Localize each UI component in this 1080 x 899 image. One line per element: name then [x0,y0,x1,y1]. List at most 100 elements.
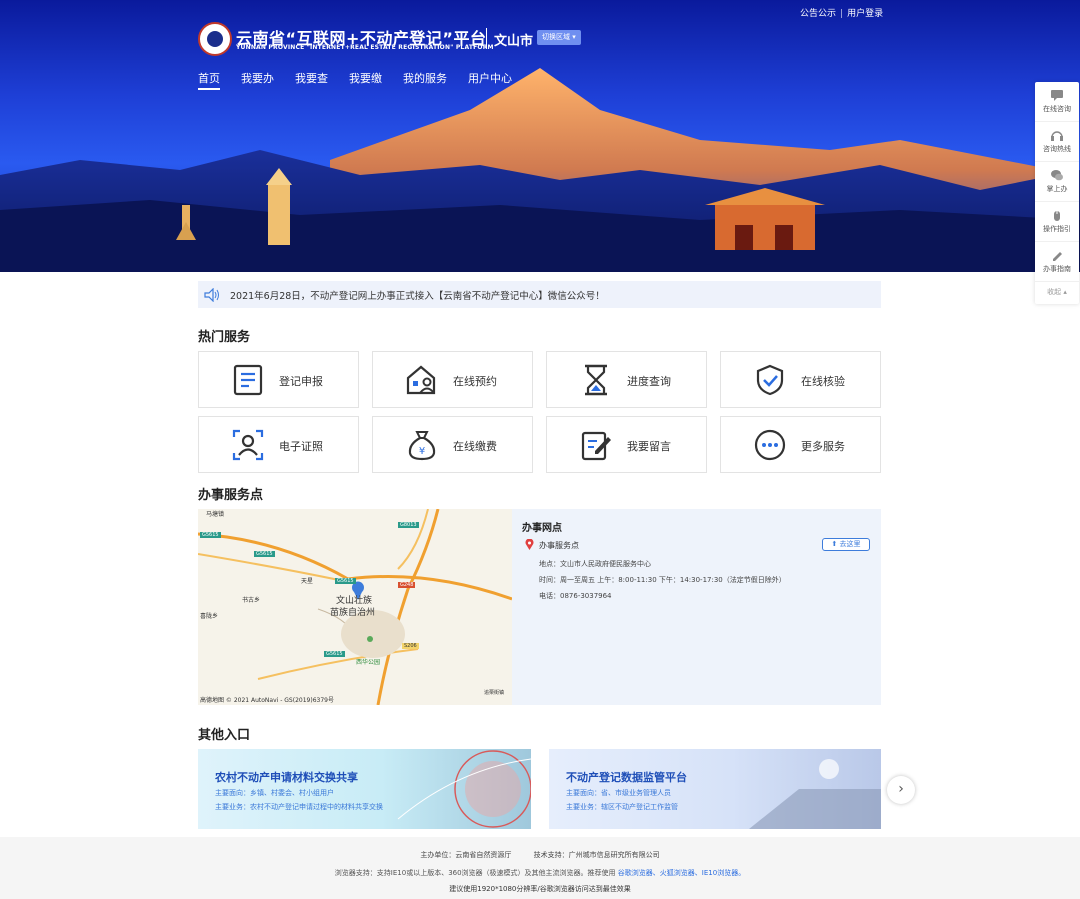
service-label: 在线缴费 [453,440,497,453]
notice-bar[interactable]: 2021年6月28日，不动产登记网上办事正式接入【云南省不动产登记中心】微信公众… [198,281,881,308]
entry-title: 农村不动产申请材料交换共享 [215,771,358,784]
next-entry-button[interactable]: › [887,776,915,804]
map-label: G5615 [335,578,356,584]
title-divider [486,28,487,48]
sidebar-label: 在线咨询 [1043,104,1071,113]
service-card-register[interactable]: 登记申报 [198,351,359,408]
map-label: G8013 [398,522,419,528]
footer-resolution: 建议使用1920*1080分辨率/谷歌浏览器访问达到最佳效果 [449,885,631,893]
entry-rural-exchange[interactable]: 农村不动产申请材料交换共享 主要面向：乡镇、村委会、村小组用户 主要业务：农村不… [198,749,531,829]
point-phone: 电话：0876-3037964 [539,592,612,600]
service-card-progress[interactable]: 进度查询 [546,351,707,408]
entry-audience: 主要面向：省、市级业务管理人员 [566,789,671,797]
map-label: 天星 [301,578,314,585]
nav-home[interactable]: 首页 [198,70,220,90]
shield-check-icon [756,364,784,396]
map-label: 喜陇乡 [200,613,219,620]
panel-title: 办事网点 [522,523,562,534]
service-map[interactable]: 马塘镇 G8013 G5615 G5615 天星 G5615 G248 书古乡 … [198,509,512,705]
point-name[interactable]: 办事服务点 [539,540,579,551]
map-label: G5615 [254,551,275,557]
entry-data-supervision[interactable]: 不动产登记数据监管平台 主要面向：省、市级业务管理人员 主要业务：辖区不动产登记… [549,749,881,829]
house-person-icon [406,365,436,395]
edit-note-icon [581,431,611,461]
firefox-link[interactable]: 火狐浏览器、 [660,869,702,877]
sidebar-label: 掌上办 [1046,184,1068,193]
nav-query[interactable]: 我要查 [295,70,328,90]
speaker-icon [204,287,219,302]
point-hours: 时间：周一至周五 上午：8:00-11:30 下午：14:30-17:30（法定… [539,576,786,584]
go-here-button[interactable]: ⬆ 去这里 [822,538,870,551]
other-entries-title: 其他入口 [198,728,251,743]
mouse-icon [1054,210,1060,221]
location-pin-icon [525,539,534,550]
service-label: 在线预约 [453,375,497,388]
sidebar-collapse-button[interactable]: 收起 ▴ [1035,282,1079,302]
notice-text: 2021年6月28日，不动产登记网上办事正式接入【云南省不动产登记中心】微信公众… [230,290,605,302]
service-point-panel: 办事网点 办事服务点 ⬆ 去这里 地点：文山市人民政府便民服务中心 时间：周一至… [512,509,881,705]
wechat-icon [1051,169,1063,180]
service-label: 电子证照 [279,440,323,453]
service-card-payment[interactable]: ¥ 在线缴费 [372,416,533,473]
sidebar-hotline[interactable]: 咨询热线 [1035,122,1079,162]
announcement-link[interactable]: 公告公示 [800,9,836,19]
map-label: 苗族自治州 [330,608,376,618]
floating-sidebar: 在线咨询 咨询热线 掌上办 操作指引 办事指南 收起 ▴ [1035,82,1079,304]
go-here-label: 去这里 [839,540,861,548]
map-label: S206 [402,643,419,649]
service-label: 进度查询 [627,375,671,388]
switch-region-button[interactable]: 切换区域 ▾ [537,30,581,45]
service-card-e-certificate[interactable]: 电子证照 [198,416,359,473]
sidebar-label: 咨询热线 [1043,144,1071,153]
nav-pay[interactable]: 我要缴 [349,70,382,90]
hourglass-icon [585,364,607,396]
entry-audience: 主要面向：乡镇、村委会、村小组用户 [215,789,334,797]
top-links: 公告公示 | 用户登录 [800,9,884,19]
map-label: G5615 [324,651,345,657]
pen-icon [1053,251,1062,261]
map-label: 书古乡 [242,597,261,604]
footer-org: 主办单位：云南省自然资源厅 技术支持：广州城市信息研究所有限公司 [0,850,1080,860]
service-label: 登记申报 [279,375,323,388]
site-subtitle: YUNNAN PROVINCE "INTERNET+REAL ESTATE RE… [236,44,494,51]
service-card-message[interactable]: 我要留言 [546,416,707,473]
site-logo [198,22,232,56]
point-address: 地点：文山市人民政府便民服务中心 [539,560,651,568]
service-label: 我要留言 [627,440,671,453]
ie10-link[interactable]: IE10浏览器。 [702,869,745,877]
svg-text:¥: ¥ [419,446,425,457]
map-label: 马塘镇 [206,511,225,518]
header-banner: 公告公示 | 用户登录 云南省“互联网+不动产登记”平台 YUNNAN PROVIN… [0,0,1080,272]
map-label: G248 [398,582,416,588]
nav-user-center[interactable]: 用户中心 [468,70,512,90]
document-icon [233,364,263,396]
nav-handle[interactable]: 我要办 [241,70,274,90]
nav-my-services[interactable]: 我的服务 [403,70,447,90]
chrome-link[interactable]: 谷歌浏览器、 [618,869,660,877]
sidebar-label: 操作指引 [1043,224,1071,233]
service-label: 在线核验 [801,375,845,388]
sidebar-mobile[interactable]: 掌上办 [1035,162,1079,202]
service-card-appointment[interactable]: 在线预约 [372,351,533,408]
city-name: 文山市 [494,34,534,49]
map-label: 追栗街镇 [484,690,505,696]
sidebar-guide[interactable]: 操作指引 [1035,202,1079,242]
service-label: 更多服务 [801,440,845,453]
more-icon [754,429,786,461]
entry-title: 不动产登记数据监管平台 [566,771,687,784]
map-label: 西华公园 [356,659,381,666]
footer: 主办单位：云南省自然资源厅 技术支持：广州城市信息研究所有限公司 浏览器支持：支… [0,837,1080,899]
entry-business: 主要业务：农村不动产登记申请过程中的材料共享交换 [215,803,383,811]
footer-sponsor: 主办单位：云南省自然资源厅 [420,851,512,859]
footer-browser: 浏览器支持：支持IE10或以上版本、360浏览器（极速模式）及其他主流浏览器。推… [0,868,1080,878]
chat-icon [1051,89,1063,101]
service-points-title: 办事服务点 [198,488,264,503]
sidebar-service-guide[interactable]: 办事指南 [1035,242,1079,282]
map-attribution: 高德地图 © 2021 AutoNavi - GS(2019)6379号 [200,697,334,704]
hot-services-title: 热门服务 [198,330,251,345]
login-link[interactable]: 用户登录 [847,9,883,19]
entry-business: 主要业务：辖区不动产登记工作监管 [566,803,678,811]
service-card-more[interactable]: 更多服务 [720,416,881,473]
sidebar-online-consult[interactable]: 在线咨询 [1035,82,1079,122]
service-card-verify[interactable]: 在线核验 [720,351,881,408]
